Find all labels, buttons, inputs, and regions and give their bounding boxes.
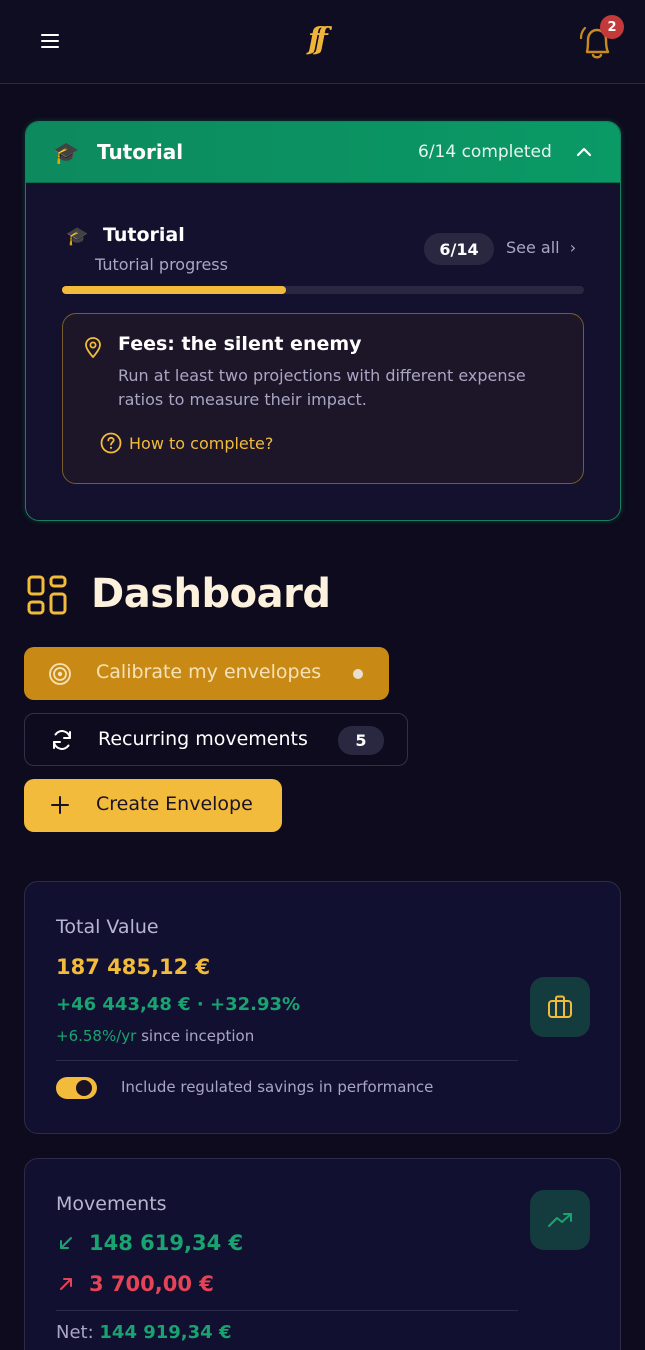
challenge-title: Fees: the silent enemy: [118, 333, 362, 355]
tutorial-panel: 🎓 Tutorial 6/14 completed 🎓 Tutorial Tut…: [25, 121, 621, 521]
see-all-link[interactable]: See all ›: [506, 238, 576, 257]
page-title: Dashboard: [91, 571, 331, 617]
recurring-movements-button[interactable]: Recurring movements 5: [24, 713, 408, 766]
notification-badge: 2: [600, 15, 624, 39]
location-pin-icon: [85, 337, 101, 358]
tutorial-progress-fill: [62, 286, 287, 294]
calibrate-label: Calibrate my envelopes: [96, 661, 322, 683]
chevron-up-icon[interactable]: [574, 142, 594, 162]
arrow-up-right-icon: [60, 1278, 72, 1290]
how-to-complete-link[interactable]: How to complete?: [100, 431, 273, 455]
divider: [56, 1310, 518, 1311]
toggle-knob: [76, 1080, 92, 1096]
challenge-description: Run at least two projections with differ…: [118, 366, 526, 409]
regulated-savings-label: Include regulated savings in performance: [121, 1078, 434, 1096]
graduation-cap-icon: 🎓: [53, 141, 80, 165]
since-label: since inception: [136, 1027, 255, 1045]
arrow-down-left-icon: [60, 1237, 72, 1249]
tutorial-progress-title: Tutorial: [103, 224, 185, 246]
trending-up-icon: [548, 1213, 572, 1227]
since-inception-text: +6.58%/yr since inception: [56, 1027, 254, 1045]
trending-up-icon-tile: [530, 1190, 590, 1250]
incoming-amount: 148 619,34 €: [89, 1231, 244, 1255]
net-value: 144 919,34 €: [99, 1322, 232, 1343]
movements-card: Movements 148 619,34 € 3 700,00 € Net: 1…: [24, 1158, 621, 1350]
app-logo[interactable]: ff: [308, 22, 348, 57]
tutorial-status: 6/14 completed: [418, 142, 552, 162]
total-value-label: Total Value: [56, 916, 159, 938]
annual-rate: +6.58%/yr: [56, 1027, 137, 1045]
how-to-complete-label: How to complete?: [129, 433, 274, 453]
outgoing-row: 3 700,00 €: [56, 1270, 214, 1298]
tutorial-progress-label: Tutorial progress: [95, 255, 228, 274]
plus-icon: [51, 796, 69, 814]
total-value-card: Total Value 187 485,12 € +46 443,48 € · …: [24, 881, 621, 1134]
tutorial-progress-bar: [62, 286, 584, 294]
incoming-row: 148 619,34 €: [56, 1229, 243, 1257]
refresh-icon: [53, 730, 71, 750]
status-dot: [353, 669, 363, 679]
calibrate-envelopes-button[interactable]: Calibrate my envelopes: [24, 647, 389, 700]
movements-label: Movements: [56, 1193, 167, 1215]
create-envelope-button[interactable]: Create Envelope: [24, 779, 282, 832]
help-circle-icon: [100, 432, 122, 454]
outgoing-amount: 3 700,00 €: [89, 1272, 214, 1296]
target-icon: [49, 663, 71, 685]
tutorial-header[interactable]: 🎓 Tutorial 6/14 completed: [26, 122, 620, 183]
total-value-amount: 187 485,12 €: [56, 955, 211, 979]
menu-icon[interactable]: [41, 34, 61, 50]
net-total: Net: 144 919,34 €: [56, 1322, 231, 1343]
recurring-label: Recurring movements: [98, 728, 308, 750]
net-label: Net:: [56, 1322, 100, 1343]
briefcase-icon: [548, 995, 572, 1018]
challenge-card: Fees: the silent enemy Run at least two …: [62, 313, 584, 484]
create-envelope-label: Create Envelope: [96, 793, 253, 815]
recurring-count-badge: 5: [338, 726, 384, 755]
regulated-savings-toggle[interactable]: [56, 1077, 97, 1099]
total-value-gain: +46 443,48 € · +32.93%: [56, 994, 301, 1015]
divider: [56, 1060, 518, 1061]
dashboard-grid-icon: [27, 575, 67, 615]
tutorial-count-badge: 6/14: [424, 233, 494, 265]
briefcase-icon-tile: [530, 977, 590, 1037]
graduation-cap-icon: 🎓: [66, 226, 89, 247]
top-bar: ff 2: [0, 0, 645, 84]
tutorial-title: Tutorial: [97, 140, 184, 164]
